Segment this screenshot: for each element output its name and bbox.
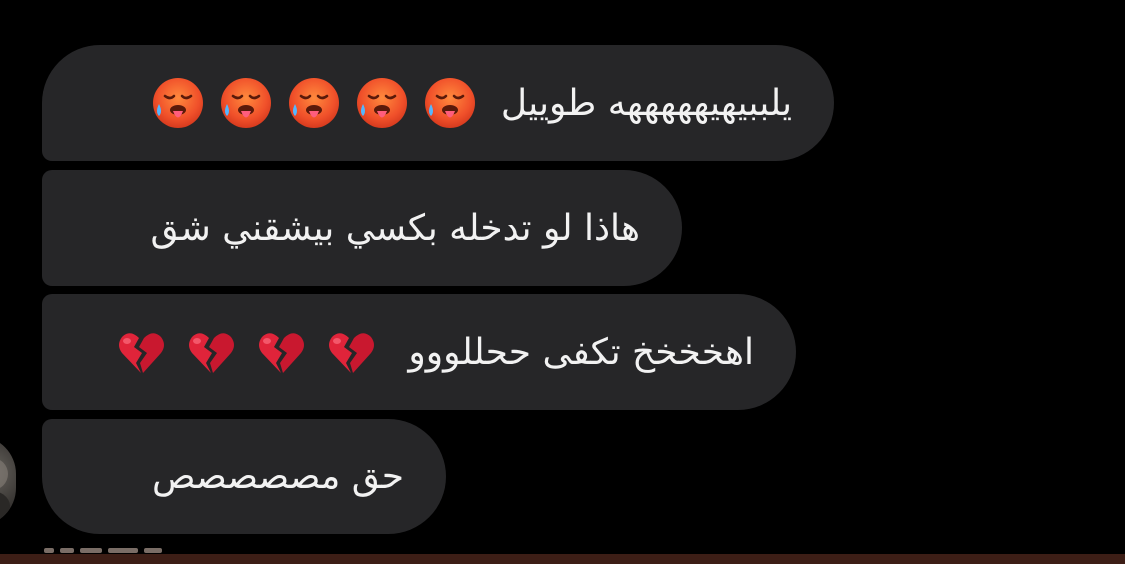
hot-face-icon xyxy=(355,76,409,130)
message-bubble[interactable]: اهخخخخ تكفى ححللووو xyxy=(42,294,796,410)
hot-face-icon xyxy=(287,76,341,130)
message-text: حق مصصصصص xyxy=(152,456,404,497)
message-text: اهخخخخ تكفى ححللووو xyxy=(408,331,754,373)
broken-heart-icon xyxy=(114,325,168,379)
bottom-edge-bar xyxy=(0,554,1125,564)
message-bubble[interactable]: يلببيهيهههههه طوييل xyxy=(42,45,834,161)
emoji-row xyxy=(114,325,378,379)
emoji-row xyxy=(151,76,477,130)
message-bubble[interactable]: حق مصصصصص xyxy=(42,419,446,534)
broken-heart-icon xyxy=(184,325,238,379)
message-bubble[interactable]: هاذا لو تدخله بكسي بيشقني شق xyxy=(42,170,682,286)
message-text: هاذا لو تدخله بكسي بيشقني شق xyxy=(150,207,640,249)
broken-heart-icon xyxy=(324,325,378,379)
chat-thread: يلببيهيهههههه طوييل هاذا لو تدخله بكسي ب… xyxy=(0,0,1125,564)
hot-face-icon xyxy=(423,76,477,130)
hot-face-icon xyxy=(151,76,205,130)
message-text: يلببيهيهههههه طوييل xyxy=(500,82,792,124)
sender-avatar[interactable] xyxy=(0,436,16,526)
hot-face-icon xyxy=(219,76,273,130)
broken-heart-icon xyxy=(254,325,308,379)
